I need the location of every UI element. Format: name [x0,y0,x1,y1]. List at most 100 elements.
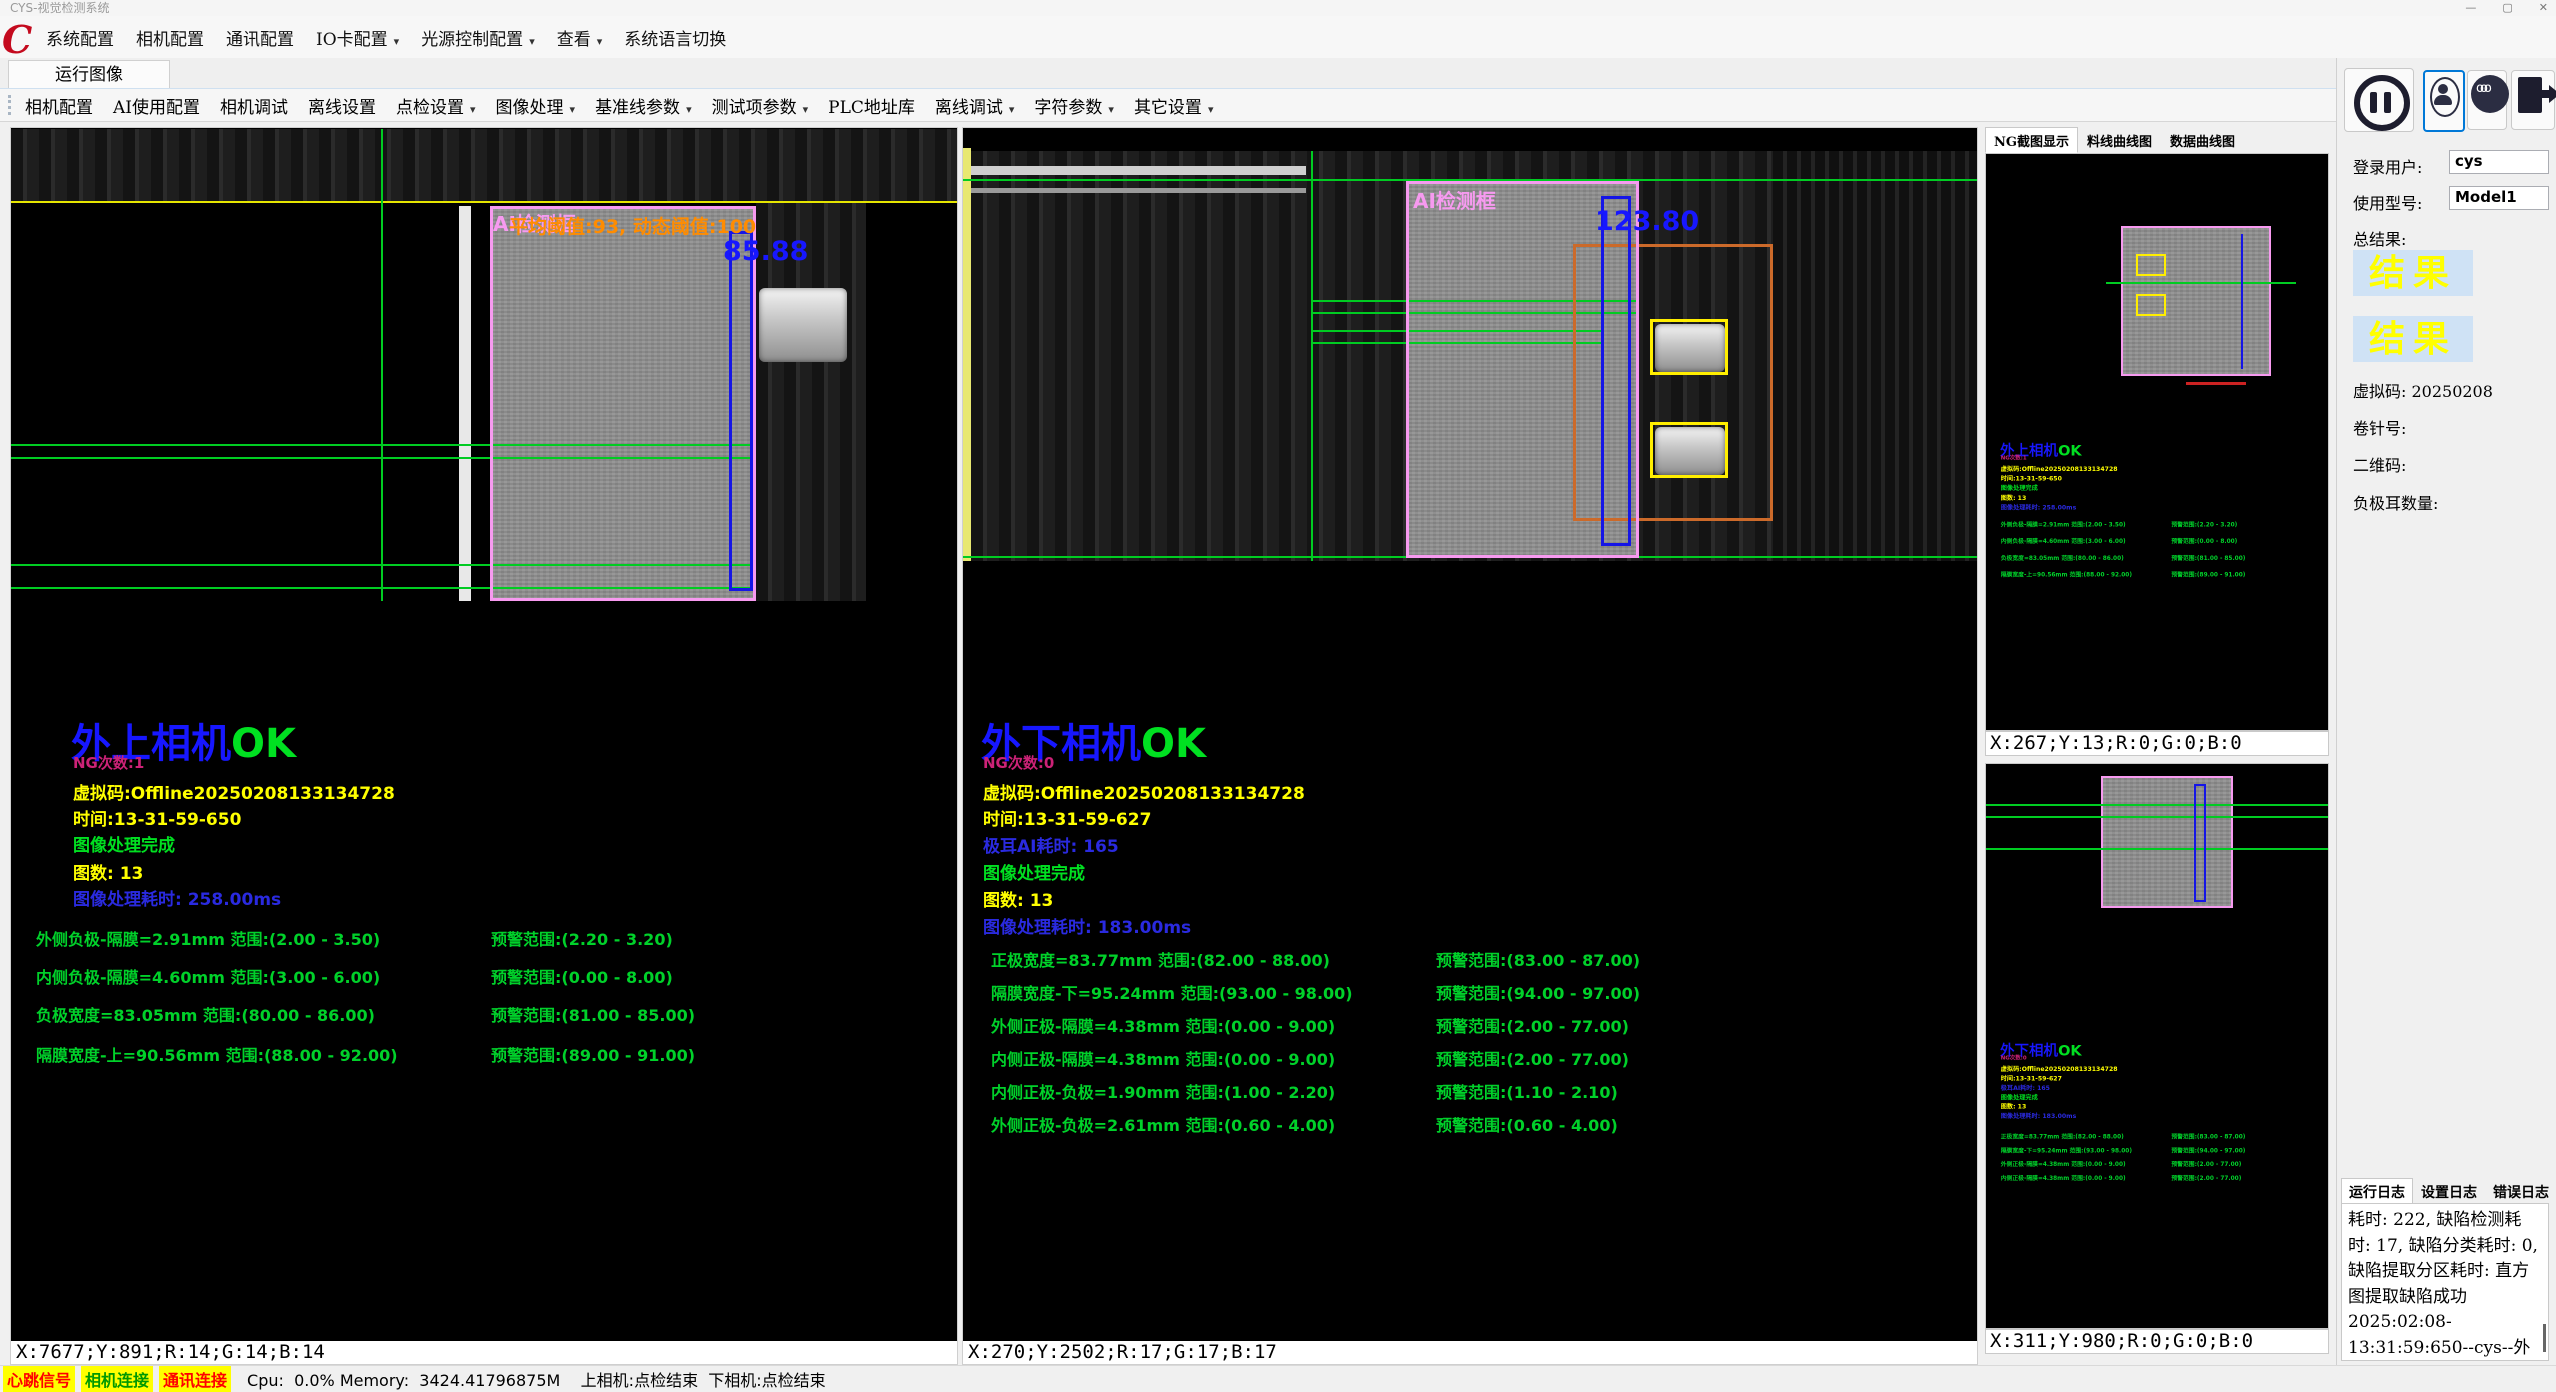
minimize-icon[interactable]: — [2465,0,2476,16]
preview1-green-line [2106,282,2296,284]
tab-material-curve[interactable]: 料线曲线图 [2078,127,2161,153]
left-process-time: 图像处理耗时: 258.00ms [73,885,281,910]
measurement-text: 外侧负极-隔膜=2.91mm 范围:(2.00 - 3.50) [2001,520,2126,529]
toolbar-grip-handle[interactable] [8,95,15,115]
menu-comm-config[interactable]: 通讯配置 [226,25,294,50]
ng-preview-lower[interactable]: 外下相机OK NG次数:0 虚拟码:Offline202502081331347… [1985,763,2329,1329]
left-pixel-coords: X:7677;Y:891;R:14;G:14;B:14 [11,1341,957,1364]
ng-sidebar: NG截图显示 料线曲线图 数据曲线图 外上相机OK NG次数:1 虚拟码:Off… [1985,127,2329,1365]
pause-button[interactable] [2344,68,2414,132]
tool-offline-debug[interactable]: 离线调试 [935,93,1015,118]
preview2-pixel-coords: X:311;Y:980;R:0;G:0;B:0 [1985,1329,2329,1354]
tool-offline-settings[interactable]: 离线设置 [308,93,376,118]
tab-run-image[interactable]: 运行图像 [8,60,170,89]
right-process-time: 图像处理耗时: 183.00ms [983,913,1191,938]
preview1-blue-line [2241,234,2243,369]
tool-char-params[interactable]: 字符参数 [1034,93,1114,118]
run-log-panel[interactable]: 耗时: 222, 缺陷检测耗时: 17, 缺陷分类耗时: 0, 缺陷提取分区耗时… [2341,1203,2549,1361]
measurement-warn: 预警范围:(89.00 - 91.00) [491,1042,695,1066]
right-process-done: 图像处理完成 [983,859,1085,884]
menu-light-control-config[interactable]: 光源控制配置 [421,25,535,50]
result-indicator-1: 结果 [2353,250,2473,296]
preview1-measure-row: 外侧负极-隔膜=2.91mm 范围:(2.00 - 3.50) 预警范围:(2.… [2001,520,2329,527]
measurement-text: 内侧正极-负极=1.90mm 范围:(1.00 - 2.20) [991,1079,1335,1103]
menu-language-switch[interactable]: 系统语言切换 [624,25,726,50]
login-user-field[interactable]: cys [2449,150,2549,174]
model-field[interactable]: Model1 [2449,186,2549,210]
measurement-warn: 预警范围:(81.00 - 85.00) [2171,553,2245,562]
measurement-warn: 预警范围:(94.00 - 97.00) [1436,980,1640,1004]
exit-arrow-icon [2532,90,2550,98]
toolbar: 相机配置 AI使用配置 相机调试 离线设置 点检设置 图像处理 基准线参数 测试… [0,88,2556,122]
right-bright-streak [971,166,1306,175]
right-pixel-coords: X:270;Y:2502;R:17;G:17;B:17 [963,1341,1977,1364]
measurement-text: 正极宽度=83.77mm 范围:(82.00 - 88.00) [2001,1132,2124,1141]
tool-test-item-params[interactable]: 测试项参数 [712,93,809,118]
menu-camera-config[interactable]: 相机配置 [136,25,204,50]
preview1-frames: 图数: 13 [2001,493,2027,502]
measurement-row: 隔膜宽度-下=95.24mm 范围:(93.00 - 98.00) 预警范围:(… [991,980,1951,1000]
tab-settings-log[interactable]: 设置日志 [2413,1178,2485,1206]
left-photo-top-band [11,129,957,201]
preview2-elapsed: 图像处理耗时: 183.00ms [2001,1111,2077,1120]
menu-view[interactable]: 查看 [557,25,603,50]
virtual-code-label: 虚拟码: 20250208 [2353,378,2493,402]
tool-camera-config[interactable]: 相机配置 [25,93,93,118]
measurement-warn: 预警范围:(2.00 - 77.00) [1436,1013,1629,1037]
right-ai-time: 极耳AI耗时: 165 [983,832,1119,857]
preview2-measure-row: 正极宽度=83.77mm 范围:(82.00 - 88.00) 预警范围:(83… [2001,1132,2329,1139]
ng-preview-upper[interactable]: 外上相机OK NG次数:1 虚拟码:Offline202502081331347… [1985,153,2329,731]
left-white-strip [459,206,471,601]
left-virtual-code: 虚拟码:Offline20250208133134728 [73,779,395,804]
measurement-text: 内侧负极-隔膜=4.60mm 范围:(3.00 - 6.00) [2001,536,2126,545]
user-icon-body [2434,95,2452,105]
result-indicator-2: 结果 [2353,316,2473,362]
measurement-row: 正极宽度=83.77mm 范围:(82.00 - 88.00) 预警范围:(83… [991,947,1951,967]
tab-data-curve[interactable]: 数据曲线图 [2161,127,2244,153]
measurement-text: 外侧负极-隔膜=2.91mm 范围:(2.00 - 3.50) [36,926,380,950]
measurement-warn: 预警范围:(83.00 - 87.00) [2171,1132,2245,1141]
tool-other-settings[interactable]: 其它设置 [1134,93,1214,118]
preview1-elapsed: 图像处理耗时: 258.00ms [2001,502,2077,511]
measurement-warn: 预警范围:(2.00 - 77.00) [2171,1159,2241,1168]
maximize-icon[interactable]: ▢ [2502,0,2512,16]
measurement-text: 外侧正极-负极=2.61mm 范围:(0.60 - 4.00) [991,1112,1335,1136]
preview1-time: 时间:13-31-59-650 [2001,473,2062,482]
menu-io-card-config[interactable]: IO卡配置 [316,25,399,50]
tool-plc-address[interactable]: PLC地址库 [828,93,915,118]
tab-error-log[interactable]: 错误日志 [2485,1178,2556,1206]
tab-run-log[interactable]: 运行日志 [2341,1178,2413,1206]
tool-image-processing[interactable]: 图像处理 [496,93,576,118]
window-title: CYS-视觉检测系统 [10,1,109,15]
left-measure-box [729,231,753,591]
measurement-row: 负极宽度=83.05mm 范围:(80.00 - 86.00) 预警范围:(81… [36,1002,936,1022]
negative-tab-count-label: 负极耳数量: [2353,490,2438,514]
measurement-row: 内侧正极-负极=1.90mm 范围:(1.00 - 2.20) 预警范围:(1.… [991,1079,1951,1099]
heartbeat-signal-badge: 心跳信号 [3,1366,75,1392]
tab-ng-screenshot[interactable]: NG截图显示 [1985,127,2078,153]
left-camera-view[interactable]: AI检测框 平均阈值:93, 动态阈值:100 85.88 外上相机OK NG次… [10,127,958,1365]
measurement-text: 内侧正极-隔膜=4.38mm 范围:(0.00 - 9.00) [991,1046,1335,1070]
login-user-label: 登录用户: [2353,154,2422,178]
measurement-warn: 预警范围:(81.00 - 85.00) [491,1002,695,1026]
tab-row: 运行图像 [0,58,2556,89]
user-management-button[interactable]: ooo [2467,70,2507,130]
measurement-text: 负极宽度=83.05mm 范围:(80.00 - 86.00) [36,1002,375,1026]
total-result-label: 总结果: [2353,226,2406,250]
close-icon[interactable]: ✕ [2539,0,2548,16]
log-scrollbar[interactable] [2543,1324,2546,1352]
tool-spot-check[interactable]: 点检设置 [396,93,476,118]
measurement-text: 外侧正极-隔膜=4.38mm 范围:(0.00 - 9.00) [2001,1159,2126,1168]
menu-system-config[interactable]: 系统配置 [46,25,114,50]
right-measure-box [1601,196,1631,546]
current-user-button[interactable] [2423,70,2465,132]
tool-camera-debug[interactable]: 相机调试 [220,93,288,118]
preview2-green-line [1986,804,2329,806]
measurement-text: 外侧正极-隔膜=4.38mm 范围:(0.00 - 9.00) [991,1013,1335,1037]
preview2-green-line [1986,848,2329,850]
right-camera-view[interactable]: AI检测框 123.80 外下相机OK NG次数:0 虚拟码:Offline20… [962,127,1978,1365]
tool-baseline-params[interactable]: 基准线参数 [595,93,692,118]
tool-ai-use-config[interactable]: AI使用配置 [113,93,200,118]
exit-button[interactable] [2511,70,2555,130]
right-virtual-code: 虚拟码:Offline20250208133134728 [983,779,1305,804]
